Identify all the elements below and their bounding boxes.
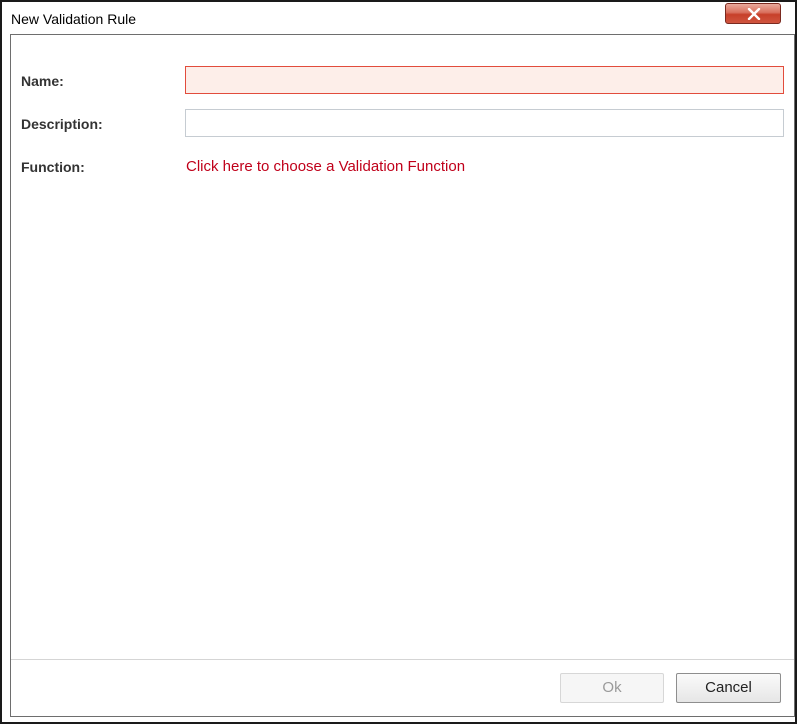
description-input[interactable] xyxy=(185,109,784,137)
name-input[interactable] xyxy=(185,66,784,94)
dialog-body: Name: Description: Function: Click here … xyxy=(10,34,795,717)
choose-validation-function-link[interactable]: Click here to choose a Validation Functi… xyxy=(186,158,465,175)
title-bar[interactable]: New Validation Rule xyxy=(2,2,795,34)
name-label: Name: xyxy=(21,73,64,89)
cancel-button[interactable]: Cancel xyxy=(676,673,781,703)
close-icon xyxy=(747,8,761,20)
close-button[interactable] xyxy=(725,3,781,24)
ok-button[interactable]: Ok xyxy=(560,673,664,703)
new-validation-rule-dialog: New Validation Rule Name: Description: F… xyxy=(0,0,797,724)
dialog-title: New Validation Rule xyxy=(11,11,137,27)
description-label: Description: xyxy=(21,116,103,132)
dialog-footer: Ok Cancel xyxy=(11,660,794,716)
function-label: Function: xyxy=(21,159,85,175)
